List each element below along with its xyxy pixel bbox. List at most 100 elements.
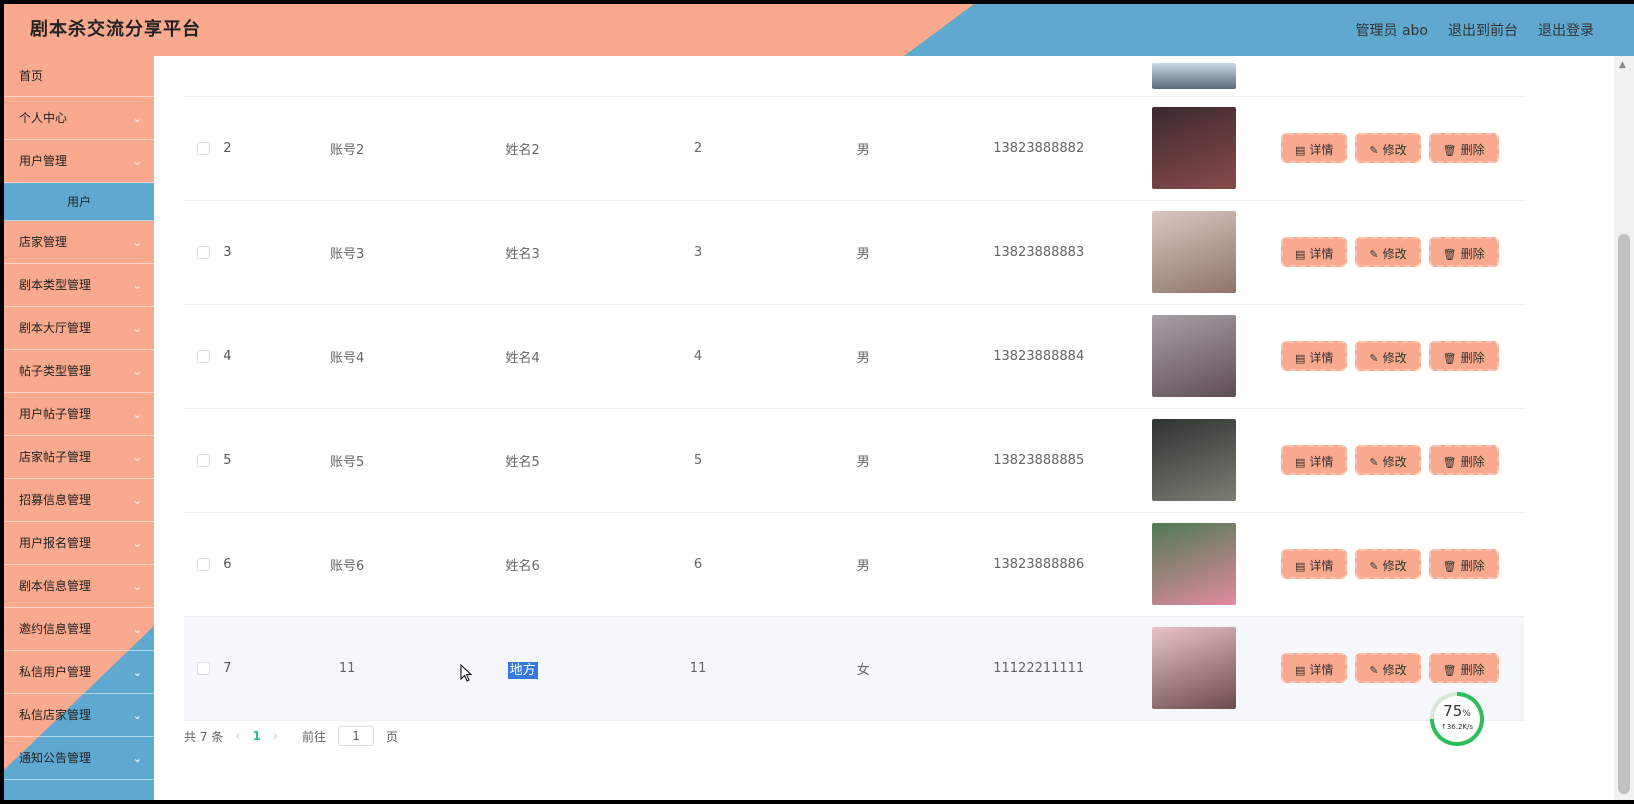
gender-cell: 男 [856, 142, 870, 158]
scroll-up-icon[interactable]: ▲ [1619, 60, 1626, 70]
detail-button[interactable]: ▤ 详情 [1280, 341, 1348, 371]
detail-button[interactable]: ▤ 详情 [1280, 549, 1348, 579]
sidebar-item[interactable]: 邀约信息管理 ⌄ [4, 608, 154, 651]
sidebar-item[interactable]: 店家帖子管理 ⌄ [4, 436, 154, 479]
name-text: 姓名6 [505, 558, 540, 574]
row-actions: ▤ 详情 ✎ 修改 🗑 删除 [1256, 616, 1524, 720]
row-checkbox[interactable] [197, 141, 211, 155]
sidebar-item-label: 店家管理 [19, 235, 68, 249]
sidebar-item[interactable]: 首页 [4, 56, 154, 97]
row-checkbox[interactable] [197, 453, 211, 467]
detail-button[interactable]: ▤ 详情 [1280, 133, 1348, 163]
edit-button[interactable]: ✎ 修改 [1355, 549, 1421, 579]
goto-page-input[interactable] [338, 726, 375, 746]
chevron-down-icon: ⌄ [132, 752, 142, 765]
sidebar-item[interactable]: 帖子类型管理 ⌄ [4, 350, 154, 393]
edit-button[interactable]: ✎ 修改 [1355, 653, 1421, 683]
sidebar-item-label: 个人中心 [19, 111, 68, 125]
name-text: 姓名5 [505, 454, 540, 470]
document-icon: ▤ [1294, 664, 1306, 677]
next-page-icon[interactable]: › [273, 729, 278, 744]
table-row-partial [184, 56, 1524, 96]
name-cell: 姓名5 [430, 408, 616, 512]
avatar-image [1151, 62, 1236, 89]
account-cell: 账号3 [329, 246, 365, 262]
chevron-down-icon: ⌄ [132, 666, 142, 679]
row-checkbox[interactable] [197, 245, 211, 259]
trash-icon: 🗑 [1442, 248, 1457, 261]
detail-button[interactable]: ▤ 详情 [1280, 445, 1348, 475]
detail-button[interactable]: ▤ 详情 [1280, 237, 1348, 267]
scrollbar-thumb[interactable] [1618, 234, 1630, 794]
admin-user-label: 管理员 abo [1355, 23, 1428, 39]
table-row: 2 账号2 姓名2 2 男 13823888882 ▤ 详情 ✎ 修改 🗑 删除 [184, 96, 1524, 200]
chevron-down-icon: ⌄ [132, 112, 142, 125]
sidebar-item[interactable]: 店家管理 ⌄ [4, 221, 154, 264]
document-icon: ▤ [1294, 560, 1306, 573]
vertical-scrollbar[interactable]: ▲ [1614, 56, 1634, 800]
sidebar-item[interactable]: 个人中心 ⌄ [4, 97, 154, 140]
sidebar-item[interactable]: 用户帖子管理 ⌄ [4, 393, 154, 436]
document-icon: ▤ [1294, 352, 1306, 365]
page-number-current[interactable]: 1 [252, 729, 260, 743]
edit-button[interactable]: ✎ 修改 [1355, 445, 1421, 475]
sidebar-item[interactable]: 招募信息管理 ⌄ [4, 479, 154, 522]
delete-button[interactable]: 🗑 删除 [1428, 445, 1499, 475]
detail-button[interactable]: ▤ 详情 [1280, 653, 1348, 683]
sidebar-item[interactable]: 私信用户管理 ⌄ [4, 651, 154, 694]
chevron-down-icon: ⌄ [132, 580, 142, 593]
name-cell: 姓名4 [430, 304, 616, 408]
network-speed-widget[interactable]: 75% ↑36.2K/s [1430, 692, 1484, 746]
chevron-down-icon: ⌄ [132, 365, 142, 378]
chevron-down-icon: ⌄ [132, 494, 142, 507]
delete-button[interactable]: 🗑 删除 [1428, 237, 1499, 267]
age-cell: 4 [693, 348, 703, 364]
back-to-frontend-link[interactable]: 退出到前台 [1448, 20, 1518, 40]
sidebar-item-label: 私信用户管理 [19, 665, 92, 679]
sidebar-menu: 首页 个人中心 ⌄ 用户管理 ⌄ 用户 店家管理 ⌄ 剧本类型管理 ⌄ 剧本大厅管理 ⌄ 帖子类型管理 ⌄… [4, 56, 154, 780]
sidebar-item[interactable]: 剧本信息管理 ⌄ [4, 565, 154, 608]
goto-label: 前往 [302, 729, 327, 744]
sidebar-item-label: 招募信息管理 [19, 493, 92, 507]
row-checkbox[interactable] [197, 661, 211, 675]
avatar-image [1151, 523, 1236, 605]
delete-button[interactable]: 🗑 删除 [1428, 549, 1499, 579]
delete-button[interactable]: 🗑 删除 [1428, 653, 1499, 683]
edit-button[interactable]: ✎ 修改 [1355, 133, 1421, 163]
avatar-image [1151, 627, 1236, 709]
sidebar-item[interactable]: 剧本大厅管理 ⌄ [4, 307, 154, 350]
row-checkbox[interactable] [197, 557, 211, 571]
name-cell: 姓名3 [430, 200, 616, 304]
sidebar-item[interactable]: 用户报名管理 ⌄ [4, 522, 154, 565]
row-checkbox[interactable] [197, 349, 211, 363]
sidebar-item[interactable]: 用户管理 ⌄ [4, 140, 154, 183]
avatar-image [1151, 419, 1236, 501]
speed-widget-inner: 75% ↑36.2K/s [1434, 696, 1480, 742]
edit-button[interactable]: ✎ 修改 [1355, 341, 1421, 371]
page-suffix-label: 页 [386, 729, 399, 744]
sidebar-item[interactable]: 用户 [4, 183, 154, 221]
sidebar-item-label: 用户 [66, 195, 91, 209]
sidebar-item[interactable]: 剧本类型管理 ⌄ [4, 264, 154, 307]
phone-cell: 13823888882 [993, 140, 1085, 156]
logout-link[interactable]: 退出登录 [1538, 20, 1594, 40]
delete-button[interactable]: 🗑 删除 [1428, 133, 1499, 163]
delete-button[interactable]: 🗑 删除 [1428, 341, 1499, 371]
account-cell: 账号4 [329, 350, 365, 366]
row-actions: ▤ 详情 ✎ 修改 🗑 删除 [1256, 408, 1524, 512]
gender-cell: 男 [856, 454, 870, 470]
gender-cell: 女 [856, 662, 870, 678]
chevron-down-icon: ⌄ [132, 709, 142, 722]
name-text: 姓名2 [505, 142, 540, 158]
sidebar-item[interactable]: 通知公告管理 ⌄ [4, 737, 154, 780]
mouse-cursor-icon [460, 664, 472, 682]
sidebar-item-label: 用户报名管理 [19, 536, 92, 550]
speed-percent: 75% [1443, 702, 1471, 720]
chevron-down-icon: ⌄ [132, 279, 142, 292]
edit-button[interactable]: ✎ 修改 [1355, 237, 1421, 267]
prev-page-icon[interactable]: ‹ [235, 729, 240, 744]
sidebar: 首页 个人中心 ⌄ 用户管理 ⌄ 用户 店家管理 ⌄ 剧本类型管理 ⌄ 剧本大厅管理 ⌄ 帖子类型管理 ⌄… [4, 56, 154, 800]
sidebar-item[interactable]: 私信店家管理 ⌄ [4, 694, 154, 737]
pagination-total: 共 7 条 [184, 729, 224, 744]
header-nav: 管理员 abo 退出到前台 退出登录 [1356, 4, 1594, 56]
